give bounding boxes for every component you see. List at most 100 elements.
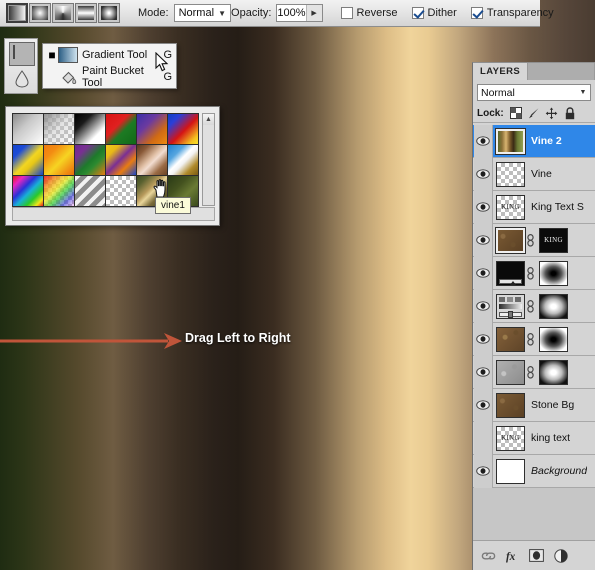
blend-mode-select[interactable]: Normal ▼ xyxy=(173,4,232,22)
dither-checkbox[interactable] xyxy=(411,7,424,19)
gradient-swatch-blue-red-yellow[interactable] xyxy=(167,113,199,145)
layer-row[interactable] xyxy=(473,322,595,356)
layer-row[interactable] xyxy=(473,256,595,290)
layer-style-fx-icon[interactable]: fx xyxy=(505,548,520,563)
gradient-swatch-chrome[interactable] xyxy=(167,144,199,176)
mask-link-icon[interactable] xyxy=(525,228,536,253)
linear-gradient-button[interactable] xyxy=(6,3,28,23)
gradient-swatch-orange-yellow-orange[interactable] xyxy=(43,144,75,176)
angle-gradient-button[interactable] xyxy=(52,3,74,23)
layer-name[interactable]: King Text S xyxy=(531,201,584,213)
layer-visibility-on-icon[interactable] xyxy=(474,454,493,488)
diamond-gradient-button[interactable] xyxy=(98,3,120,23)
gradient-swatch-red-green[interactable] xyxy=(105,113,137,145)
layer-row[interactable]: Vine 2 xyxy=(473,125,595,158)
layer-name[interactable]: Vine 2 xyxy=(531,135,562,147)
layer-blend-mode-select[interactable]: Normal ▼ xyxy=(477,84,591,101)
layer-thumbnail[interactable] xyxy=(496,293,525,319)
layer-name[interactable]: Stone Bg xyxy=(531,399,574,411)
scroll-up-icon[interactable]: ▲ xyxy=(203,114,214,125)
reverse-label: Reverse xyxy=(356,7,398,19)
mouse-cursor-icon xyxy=(155,52,169,72)
layer-thumbnail[interactable] xyxy=(496,392,525,418)
layer-thumbnail[interactable] xyxy=(496,161,525,187)
layer-row[interactable]: Background xyxy=(473,454,595,488)
gradient-swatch-foreground-to-transparent[interactable] xyxy=(43,113,75,145)
layer-mask-thumbnail[interactable] xyxy=(539,359,568,385)
radial-gradient-button[interactable] xyxy=(29,3,51,23)
mask-link-icon[interactable] xyxy=(525,327,536,352)
gradient-name-tooltip: vine1 xyxy=(155,197,191,214)
layer-visibility-on-icon[interactable] xyxy=(474,322,493,356)
gradient-swatch-transparent-rainbow[interactable] xyxy=(43,175,75,207)
layer-thumbnail[interactable]: KING xyxy=(496,194,525,220)
layer-thumbnail[interactable]: KING xyxy=(496,425,525,451)
layer-name[interactable]: Background xyxy=(531,465,587,477)
layer-thumbnail[interactable] xyxy=(496,326,525,352)
layer-row[interactable] xyxy=(473,355,595,389)
gradient-swatch-gray-stripes[interactable] xyxy=(74,175,106,207)
reverse-checkbox[interactable] xyxy=(340,7,353,19)
add-layer-mask-icon[interactable] xyxy=(529,548,544,563)
layer-visibility-on-icon[interactable] xyxy=(474,355,493,389)
gradient-swatch-black-to-white[interactable] xyxy=(74,113,106,145)
layer-row[interactable]: KING xyxy=(473,223,595,257)
layer-visibility-on-icon[interactable] xyxy=(474,256,493,290)
picker-scrollbar[interactable]: ▲ xyxy=(202,113,215,206)
mask-link-icon[interactable] xyxy=(525,360,536,385)
gradient-swatch-violet-green-orange[interactable] xyxy=(74,144,106,176)
layer-visibility-off-icon[interactable] xyxy=(474,421,493,455)
layer-thumbnail[interactable] xyxy=(496,359,525,385)
link-layers-icon[interactable] xyxy=(481,548,496,563)
layer-visibility-on-icon[interactable] xyxy=(474,223,493,257)
layer-mask-thumbnail[interactable] xyxy=(539,293,568,319)
mask-link-icon[interactable] xyxy=(525,261,536,286)
layer-visibility-on-icon[interactable] xyxy=(474,289,493,323)
layer-row[interactable]: Vine xyxy=(473,157,595,191)
layer-thumbnail[interactable] xyxy=(496,458,525,484)
layer-thumbnail[interactable] xyxy=(496,260,525,286)
lock-position-icon[interactable] xyxy=(545,106,559,120)
gradient-swatch-copper[interactable] xyxy=(136,144,168,176)
layer-row[interactable]: Stone Bg xyxy=(473,388,595,422)
layer-name[interactable]: Vine xyxy=(531,168,552,180)
gradient-tool-button[interactable] xyxy=(9,42,35,66)
layer-visibility-on-icon[interactable] xyxy=(474,157,493,191)
layer-thumbnail[interactable] xyxy=(495,226,526,254)
gradient-swatch-yellow-violet-orange-blue[interactable] xyxy=(105,144,137,176)
dither-checkbox-item[interactable]: Dither xyxy=(411,7,457,19)
adjustment-layer-icon[interactable] xyxy=(553,548,568,563)
gradient-swatch-foreground-to-background[interactable] xyxy=(12,113,44,145)
mask-link-icon[interactable] xyxy=(525,294,536,319)
chevron-down-icon: ▼ xyxy=(579,89,587,96)
transparency-checkbox[interactable] xyxy=(470,7,483,19)
layer-name[interactable]: king text xyxy=(531,432,570,444)
layer-mask-thumbnail[interactable]: KING xyxy=(539,227,568,253)
gradient-swatch-transparent-stripes[interactable] xyxy=(105,175,137,207)
toolbox-fragment xyxy=(4,38,38,94)
layer-mask-thumbnail[interactable] xyxy=(539,260,568,286)
gradient-swatch-blue-yellow-blue[interactable] xyxy=(12,144,44,176)
reverse-checkbox-item[interactable]: Reverse xyxy=(340,7,398,19)
layer-visibility-on-icon[interactable] xyxy=(474,190,493,224)
layer-visibility-on-icon[interactable] xyxy=(474,388,493,422)
layer-list[interactable]: Vine 2 Vine KING King Text S KING Stone Bg KIN… xyxy=(473,125,595,540)
reflected-gradient-button[interactable] xyxy=(75,3,97,23)
lock-pixels-icon[interactable] xyxy=(527,106,541,120)
flyout-gradient-label: Gradient Tool xyxy=(82,49,148,61)
gradient-swatch-violet-orange[interactable] xyxy=(136,113,168,145)
tab-layers[interactable]: LAYERS xyxy=(473,63,529,80)
gradient-swatch-spectrum[interactable] xyxy=(12,175,44,207)
paint-bucket-icon[interactable] xyxy=(12,68,32,90)
layer-row[interactable]: KING King Text S xyxy=(473,190,595,224)
transparency-checkbox-item[interactable]: Transparency xyxy=(470,7,554,19)
layer-visibility-on-icon[interactable] xyxy=(474,125,493,158)
lock-transparency-icon[interactable] xyxy=(509,106,523,120)
layer-row[interactable]: KING king text xyxy=(473,421,595,455)
layer-thumbnail[interactable] xyxy=(495,127,526,155)
opacity-stepper-icon[interactable]: ▶ xyxy=(305,5,322,21)
layer-mask-thumbnail[interactable] xyxy=(539,326,568,352)
lock-all-icon[interactable] xyxy=(563,106,577,120)
opacity-input[interactable]: 100% ▶ xyxy=(276,4,323,22)
layer-row[interactable] xyxy=(473,289,595,323)
